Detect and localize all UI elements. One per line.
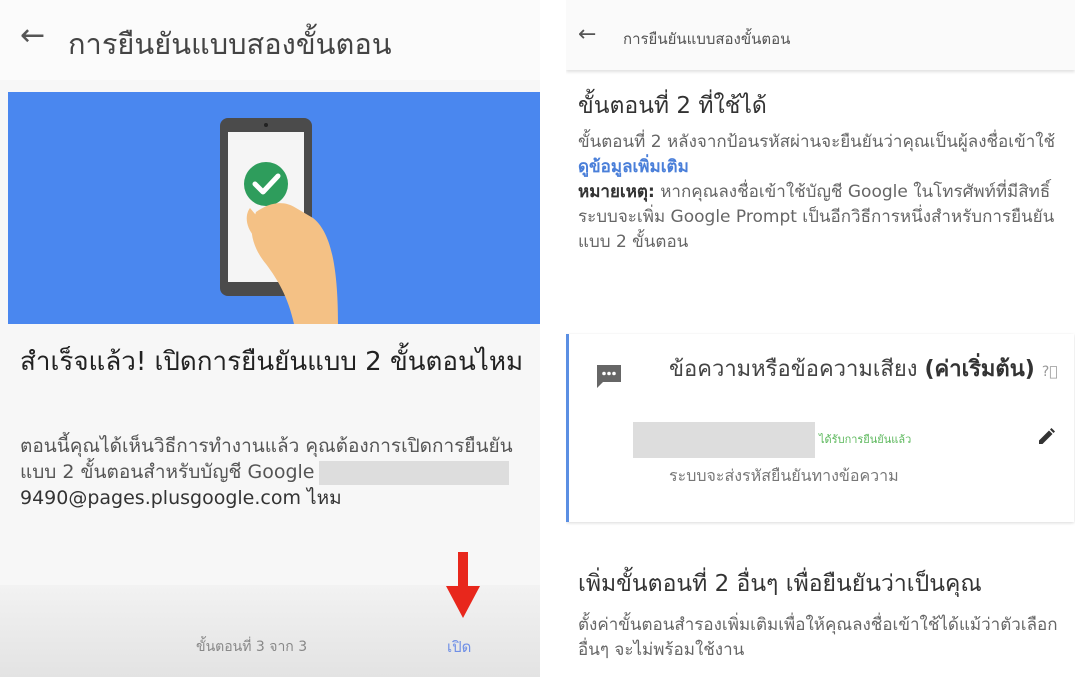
card-subtitle: ระบบจะส่งรหัสยืนยันทางข้อความ	[669, 466, 899, 485]
message-icon	[597, 365, 621, 388]
turn-on-button[interactable]: เปิด	[447, 635, 471, 659]
page-title: การยืนยันแบบสองขั้นตอน	[623, 30, 791, 48]
pencil-icon[interactable]	[1036, 427, 1056, 447]
step-indicator: ขั้นตอนที่ 3 จาก 3	[196, 639, 308, 655]
sms-voice-card[interactable]: ข้อความหรือข้อความเสียง (ค่าเริ่มต้น) ?⃝…	[566, 334, 1074, 522]
card-title-text: ข้อความหรือข้อความเสียง	[669, 357, 918, 382]
available-steps-heading: ขั้นตอนที่ 2 ที่ใช้ได้	[578, 93, 767, 119]
success-heading: สำเร็จแล้ว! เปิดการยืนยันแบบ 2 ขั้นตอนไห…	[20, 347, 524, 377]
verified-status: ได้รับการยืนยันแล้ว	[819, 433, 912, 446]
phone-check-illustration	[220, 118, 338, 324]
add-steps-description: ตั้งค่าขั้นตอนสำรองเพิ่มเติมเพื่อให้คุณล…	[578, 615, 1058, 660]
account-email: 9490@pages.plusgoogle.com ไหม	[20, 487, 342, 509]
back-arrow-icon[interactable]: ←	[20, 18, 45, 53]
left-screen: ← การยืนยันแบบสองขั้นตอน สำเร็จแล้ว! เปิ…	[0, 0, 540, 677]
back-arrow-icon[interactable]: ←	[578, 22, 596, 47]
redacted-phone	[633, 422, 815, 458]
redacted-account	[318, 460, 509, 485]
help-circle-icon[interactable]: ?⃝	[1042, 364, 1058, 380]
add-steps-heading: เพิ่มขั้นตอนที่ 2 อื่นๆ เพื่อยืนยันว่าเป…	[578, 571, 982, 597]
right-screen: ← การยืนยันแบบสองขั้นตอน ขั้นตอนที่ 2 ที…	[566, 0, 1075, 677]
page-title: การยืนยันแบบสองขั้นตอน	[68, 27, 392, 61]
confirm-text: ตอนนี้คุณได้เห็นวิธีการทำงานแล้ว คุณต้อง…	[20, 433, 525, 511]
card-title: ข้อความหรือข้อความเสียง (ค่าเริ่มต้น) ?⃝	[669, 356, 1069, 386]
steps-body: ขั้นตอนที่ 2 หลังจากป้อนรหัสผ่านจะยืนยัน…	[578, 132, 1056, 152]
default-label: (ค่าเริ่มต้น)	[924, 357, 1035, 382]
red-arrow-down-icon	[446, 552, 480, 618]
learn-more-link[interactable]: ดูข้อมูลเพิ่มเติม	[578, 157, 689, 177]
steps-description: ขั้นตอนที่ 2 หลังจากป้อนรหัสผ่านจะยืนยัน…	[578, 130, 1068, 255]
hero-illustration	[8, 92, 540, 324]
note-label: หมายเหตุ:	[578, 182, 655, 202]
